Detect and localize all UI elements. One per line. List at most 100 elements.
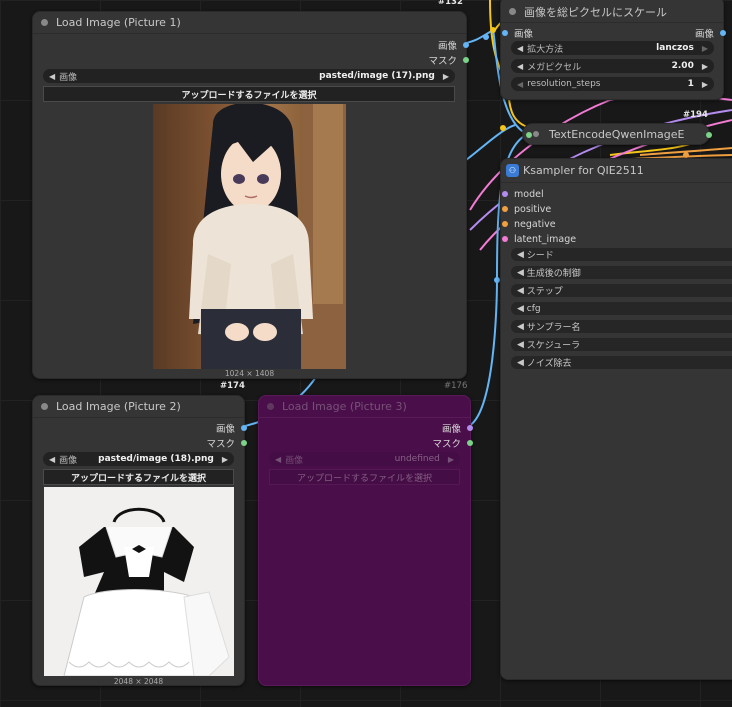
output-port-icon[interactable] [241, 425, 247, 431]
steps-widget[interactable]: ◀ ステップ [511, 284, 732, 297]
arrow-left-icon[interactable]: ◀ [49, 72, 55, 81]
widget-value: 2.00 [671, 61, 694, 71]
output-mask[interactable]: マスク [428, 53, 469, 67]
node-id-132: #132 [438, 0, 463, 7]
input-label: latent_image [514, 233, 577, 245]
input-label: 画像 [514, 29, 534, 40]
node-title-bar[interactable]: ⚇ Ksampler for QIE2511 [501, 159, 732, 183]
arrow-left-icon[interactable]: ◀ [49, 455, 55, 464]
arrow-left-icon[interactable]: ◀ [517, 268, 524, 278]
maid-outfit-photo [63, 507, 230, 676]
seed-widget[interactable]: ◀ シード [511, 248, 732, 261]
output-mask[interactable]: マスク [432, 436, 473, 450]
load-image-node-1[interactable]: Load Image (Picture 1) 画像 マスク ◀ 画像 paste… [32, 11, 469, 379]
output-image[interactable]: 画像 [216, 421, 247, 435]
load-image-node-2[interactable]: Load Image (Picture 2) 画像 マスク ◀ 画像 paste… [32, 395, 247, 686]
arrow-left-icon[interactable]: ◀ [517, 250, 524, 260]
denoise-widget[interactable]: ◀ ノイズ除去 [511, 356, 732, 369]
output-port-icon[interactable] [463, 57, 469, 63]
node-title-bar[interactable]: 画像を総ピクセルにスケール [501, 0, 723, 23]
input-port-icon[interactable] [526, 132, 532, 138]
node-title-bar[interactable]: TextEncodeQwenImageE [523, 124, 709, 144]
text-encode-node[interactable]: TextEncodeQwenImageE [522, 123, 712, 145]
preview-image [153, 104, 346, 369]
widget-value: pasted/image (18).png [98, 454, 214, 464]
input-positive[interactable]: positive [502, 202, 551, 216]
arrow-right-icon[interactable]: ▶ [222, 455, 228, 464]
arrow-left-icon[interactable]: ◀ [517, 62, 523, 71]
control-after-generate-widget[interactable]: ◀ 生成後の制御 [511, 266, 732, 279]
output-port-icon[interactable] [463, 42, 469, 48]
output-label: 画像 [694, 29, 714, 40]
node-title-bar[interactable]: Load Image (Picture 1) [33, 12, 466, 34]
collapse-dot-icon[interactable] [509, 8, 516, 15]
output-port-icon[interactable] [241, 440, 247, 446]
cfg-widget[interactable]: ◀ cfg [511, 302, 732, 315]
anime-girl-illustration [189, 104, 346, 369]
output-port-icon[interactable] [720, 30, 726, 36]
input-port-icon[interactable] [502, 236, 508, 242]
arrow-left-icon[interactable]: ◀ [517, 44, 523, 53]
input-model[interactable]: model [502, 187, 544, 201]
arrow-right-icon[interactable]: ▶ [448, 455, 454, 464]
arrow-right-icon[interactable]: ▶ [702, 62, 708, 71]
arrow-left-icon[interactable]: ◀ [517, 304, 524, 314]
output-label: 画像 [437, 41, 457, 52]
widget-label: スケジューラ [526, 341, 581, 351]
widget-label: 生成後の制御 [526, 269, 581, 279]
widget-label: 拡大方法 [527, 44, 564, 55]
arrow-left-icon[interactable]: ◀ [517, 322, 524, 332]
input-negative[interactable]: negative [502, 217, 556, 231]
scheduler-widget[interactable]: ◀ スケジューラ [511, 338, 732, 351]
arrow-right-icon[interactable]: ▶ [702, 44, 708, 53]
widget-value: lanczos [656, 43, 694, 53]
sampler-name-widget[interactable]: ◀ サンプラー名 [511, 320, 732, 333]
output-image[interactable]: 画像 [437, 38, 469, 52]
arrow-left-icon[interactable]: ◀ [517, 286, 524, 296]
widget-label: ノイズ除去 [526, 359, 572, 369]
upload-button[interactable]: アップロードするファイルを選択 [43, 469, 234, 485]
ksampler-node[interactable]: ⚇ Ksampler for QIE2511 model positive ne… [500, 158, 732, 680]
input-port-icon[interactable] [502, 206, 508, 212]
image-select-widget[interactable]: ◀ 画像 pasted/image (18).png ▶ [43, 452, 234, 466]
collapse-dot-icon[interactable] [41, 403, 48, 410]
arrow-right-icon[interactable]: ▶ [443, 72, 449, 81]
widget-value: 1 [687, 79, 694, 89]
collapse-dot-icon[interactable] [41, 19, 48, 26]
widget-value: pasted/image (17).png [319, 71, 435, 81]
load-image-node-3[interactable]: Load Image (Picture 3) 画像 マスク ◀ 画像 undef… [258, 395, 473, 686]
arrow-right-icon[interactable]: ▶ [702, 80, 708, 89]
upscale-method-widget[interactable]: ◀ 拡大方法 lanczos ▶ [511, 41, 714, 55]
arrow-left-icon[interactable]: ◀ [517, 358, 524, 368]
image-dimensions: 1024 × 1408 [224, 369, 275, 378]
upload-button[interactable]: アップロードするファイルを選択 [269, 469, 460, 485]
collapse-dot-icon[interactable] [267, 403, 274, 410]
input-image[interactable]: 画像 [502, 26, 534, 40]
output-image[interactable]: 画像 [442, 421, 473, 435]
arrow-left-icon[interactable]: ◀ [517, 80, 523, 89]
input-latent-image[interactable]: latent_image [502, 232, 577, 246]
arrow-left-icon[interactable]: ◀ [275, 455, 281, 464]
output-mask[interactable]: マスク [206, 436, 247, 450]
input-port-icon[interactable] [502, 221, 508, 227]
image-select-widget[interactable]: ◀ 画像 undefined ▶ [269, 452, 460, 466]
input-port-icon[interactable] [502, 30, 508, 36]
upload-button[interactable]: アップロードするファイルを選択 [43, 86, 455, 102]
output-port-icon[interactable] [467, 425, 473, 431]
scale-to-megapixels-node[interactable]: 画像を総ピクセルにスケール 画像 画像 ◀ 拡大方法 lanczos ▶ ◀ メ… [500, 0, 726, 100]
widget-label: シード [526, 251, 554, 261]
output-port-icon[interactable] [467, 440, 473, 446]
resolution-steps-widget[interactable]: ◀ resolution_steps 1 ▶ [511, 77, 714, 91]
image-select-widget[interactable]: ◀ 画像 pasted/image (17).png ▶ [43, 69, 455, 83]
node-title-bar[interactable]: Load Image (Picture 2) [33, 396, 244, 418]
arrow-left-icon[interactable]: ◀ [517, 340, 524, 350]
widget-label: メガピクセル [527, 62, 582, 73]
megapixels-widget[interactable]: ◀ メガピクセル 2.00 ▶ [511, 59, 714, 73]
collapse-dot-icon[interactable] [533, 131, 539, 137]
input-port-icon[interactable] [502, 191, 508, 197]
node-title-bar[interactable]: Load Image (Picture 3) [259, 396, 470, 418]
output-image[interactable]: 画像 [694, 26, 726, 40]
node-title: Load Image (Picture 2) [56, 400, 181, 413]
output-port-icon[interactable] [706, 132, 712, 138]
output-label: マスク [206, 439, 235, 450]
